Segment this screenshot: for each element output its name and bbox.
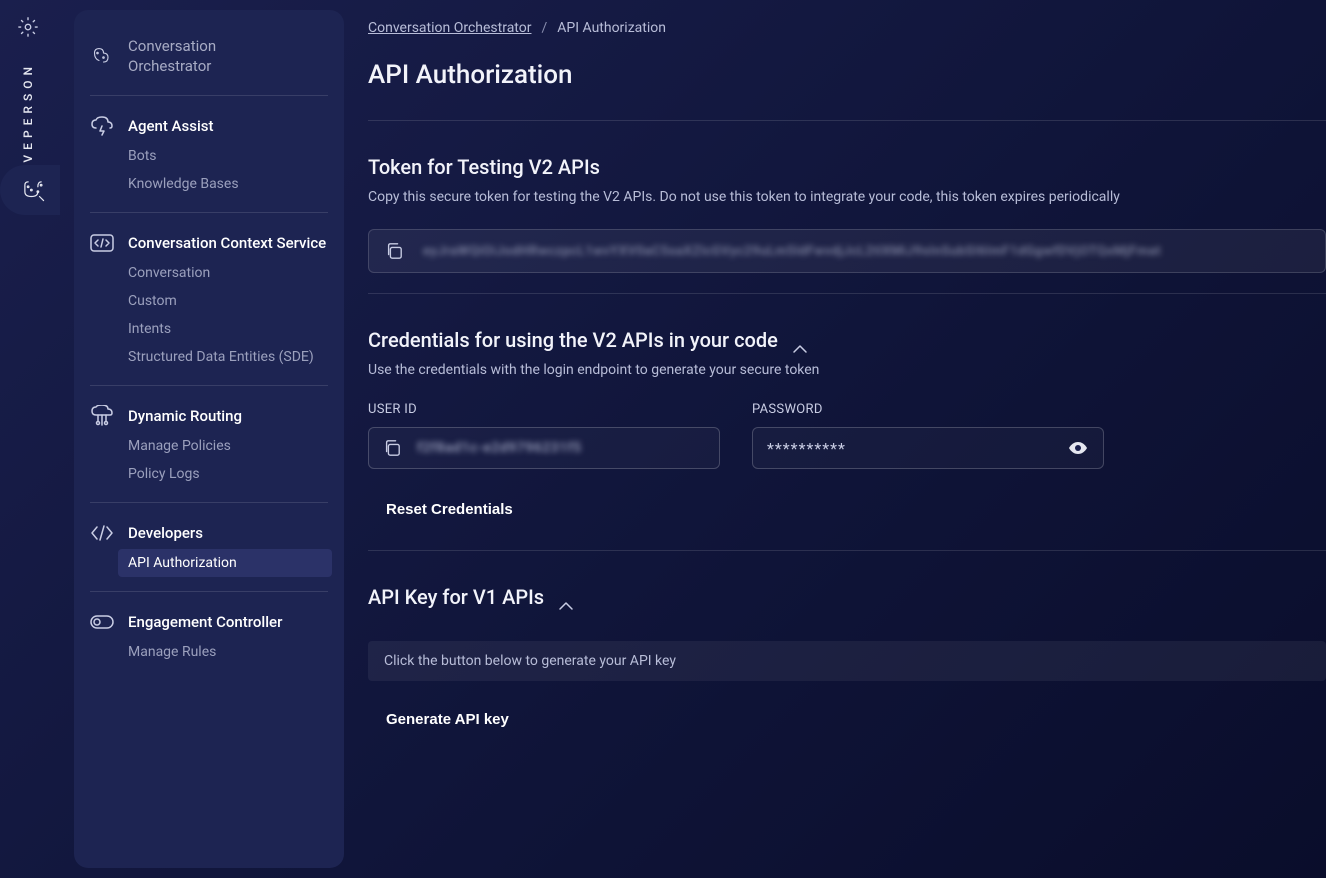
divider: [368, 293, 1326, 294]
generate-api-key-button[interactable]: Generate API key: [386, 705, 509, 734]
main-content: Conversation Orchestrator / API Authoriz…: [368, 20, 1326, 878]
show-password-icon[interactable]: [1067, 440, 1089, 456]
user-id-field: f2f8ad1c-e2d9796231f5: [368, 427, 720, 469]
cloud-lightning-icon: [90, 114, 114, 138]
code-icon: [90, 521, 114, 545]
sidebar-item-conversation[interactable]: Conversation: [90, 259, 328, 287]
copy-user-id-icon[interactable]: [383, 439, 401, 457]
sidebar-item-manage-policies[interactable]: Manage Policies: [90, 432, 328, 460]
user-id-column: USER ID f2f8ad1c-e2d9796231f5: [368, 402, 720, 469]
sidebar-item-custom[interactable]: Custom: [90, 287, 328, 315]
sidebar-header: Conversation Orchestrator: [90, 28, 328, 96]
gear-icon[interactable]: [11, 10, 45, 44]
divider: [368, 550, 1326, 551]
sidebar-label-developers: Developers: [128, 524, 203, 542]
sidebar-item-sde[interactable]: Structured Data Entities (SDE): [90, 343, 328, 371]
rail-active-app[interactable]: [0, 165, 60, 215]
sidebar-label-dynamic-routing: Dynamic Routing: [128, 407, 242, 425]
breadcrumb-separator: /: [541, 20, 547, 36]
sidebar-item-agent-assist[interactable]: Agent Assist: [90, 110, 328, 142]
sidebar: Conversation Orchestrator Agent Assist B…: [74, 10, 344, 868]
token-field: eyJraWQiOiJodHRwczpcL1wvYXV0aC5saXZlcGVy…: [368, 229, 1326, 273]
page-title: API Authorization: [368, 60, 1326, 90]
sidebar-group-engagement-controller: Engagement Controller Manage Rules: [90, 592, 328, 680]
sidebar-label-context-service: Conversation Context Service: [128, 234, 326, 252]
credentials-title-text: Credentials for using the V2 APIs in you…: [368, 328, 778, 352]
breadcrumb-current: API Authorization: [557, 20, 666, 36]
user-id-value: f2f8ad1c-e2d9796231f5: [417, 440, 582, 456]
breadcrumb-root-link[interactable]: Conversation Orchestrator: [368, 20, 531, 36]
sidebar-label-engagement-controller: Engagement Controller: [128, 613, 282, 631]
sidebar-item-engagement-controller[interactable]: Engagement Controller: [90, 606, 328, 638]
sidebar-item-knowledge-bases[interactable]: Knowledge Bases: [90, 170, 328, 198]
apikey-title-text: API Key for V1 APIs: [368, 585, 544, 609]
sidebar-header-line2: Orchestrator: [128, 57, 211, 75]
collapse-credentials-icon[interactable]: [792, 335, 808, 345]
credentials-section-desc: Use the credentials with the login endpo…: [368, 362, 1326, 378]
reset-credentials-button[interactable]: Reset Credentials: [386, 495, 513, 524]
apikey-placeholder: Click the button below to generate your …: [384, 653, 676, 669]
token-section-title: Token for Testing V2 APIs: [368, 155, 1326, 179]
sidebar-item-api-authorization[interactable]: API Authorization: [118, 549, 332, 577]
sidebar-group-dynamic-routing: Dynamic Routing Manage Policies Policy L…: [90, 386, 328, 503]
sidebar-item-intents[interactable]: Intents: [90, 315, 328, 343]
collapse-apikey-icon[interactable]: [558, 592, 574, 602]
left-rail: LIVEPERSON: [0, 0, 56, 878]
sidebar-item-policy-logs[interactable]: Policy Logs: [90, 460, 328, 488]
password-column: PASSWORD **********: [752, 402, 1104, 469]
user-id-label: USER ID: [368, 402, 720, 417]
token-section-desc: Copy this secure token for testing the V…: [368, 189, 1326, 205]
sidebar-item-manage-rules[interactable]: Manage Rules: [90, 638, 328, 666]
credentials-row: USER ID f2f8ad1c-e2d9796231f5 PASSWORD *…: [368, 402, 1326, 469]
sidebar-item-bots[interactable]: Bots: [90, 142, 328, 170]
cloud-routing-icon: [90, 404, 114, 428]
password-label: PASSWORD: [752, 402, 1104, 417]
toggle-icon: [90, 610, 114, 634]
sidebar-item-dynamic-routing[interactable]: Dynamic Routing: [90, 400, 328, 432]
apikey-field: Click the button below to generate your …: [368, 641, 1326, 681]
password-field: **********: [752, 427, 1104, 469]
breadcrumb: Conversation Orchestrator / API Authoriz…: [368, 20, 1326, 36]
sidebar-group-context-service: Conversation Context Service Conversatio…: [90, 213, 328, 386]
token-value: eyJraWQiOiJodHRwczpcL1wvYXV0aC5saXZlcGVy…: [423, 244, 1309, 259]
brain-icon: [90, 44, 114, 68]
password-value: **********: [767, 439, 1051, 458]
apikey-section-title: API Key for V1 APIs: [368, 585, 1326, 609]
code-window-icon: [90, 231, 114, 255]
sidebar-header-row[interactable]: Conversation Orchestrator: [90, 32, 328, 81]
credentials-section-title: Credentials for using the V2 APIs in you…: [368, 328, 1326, 352]
sidebar-group-developers: Developers API Authorization: [90, 503, 328, 592]
sidebar-item-developers[interactable]: Developers: [90, 517, 328, 549]
sidebar-item-context-service[interactable]: Conversation Context Service: [90, 227, 328, 259]
sidebar-label-agent-assist: Agent Assist: [128, 117, 213, 135]
copy-token-icon[interactable]: [385, 242, 403, 260]
sidebar-header-line1: Conversation: [128, 37, 216, 55]
divider: [368, 120, 1326, 121]
sidebar-group-agent-assist: Agent Assist Bots Knowledge Bases: [90, 96, 328, 213]
